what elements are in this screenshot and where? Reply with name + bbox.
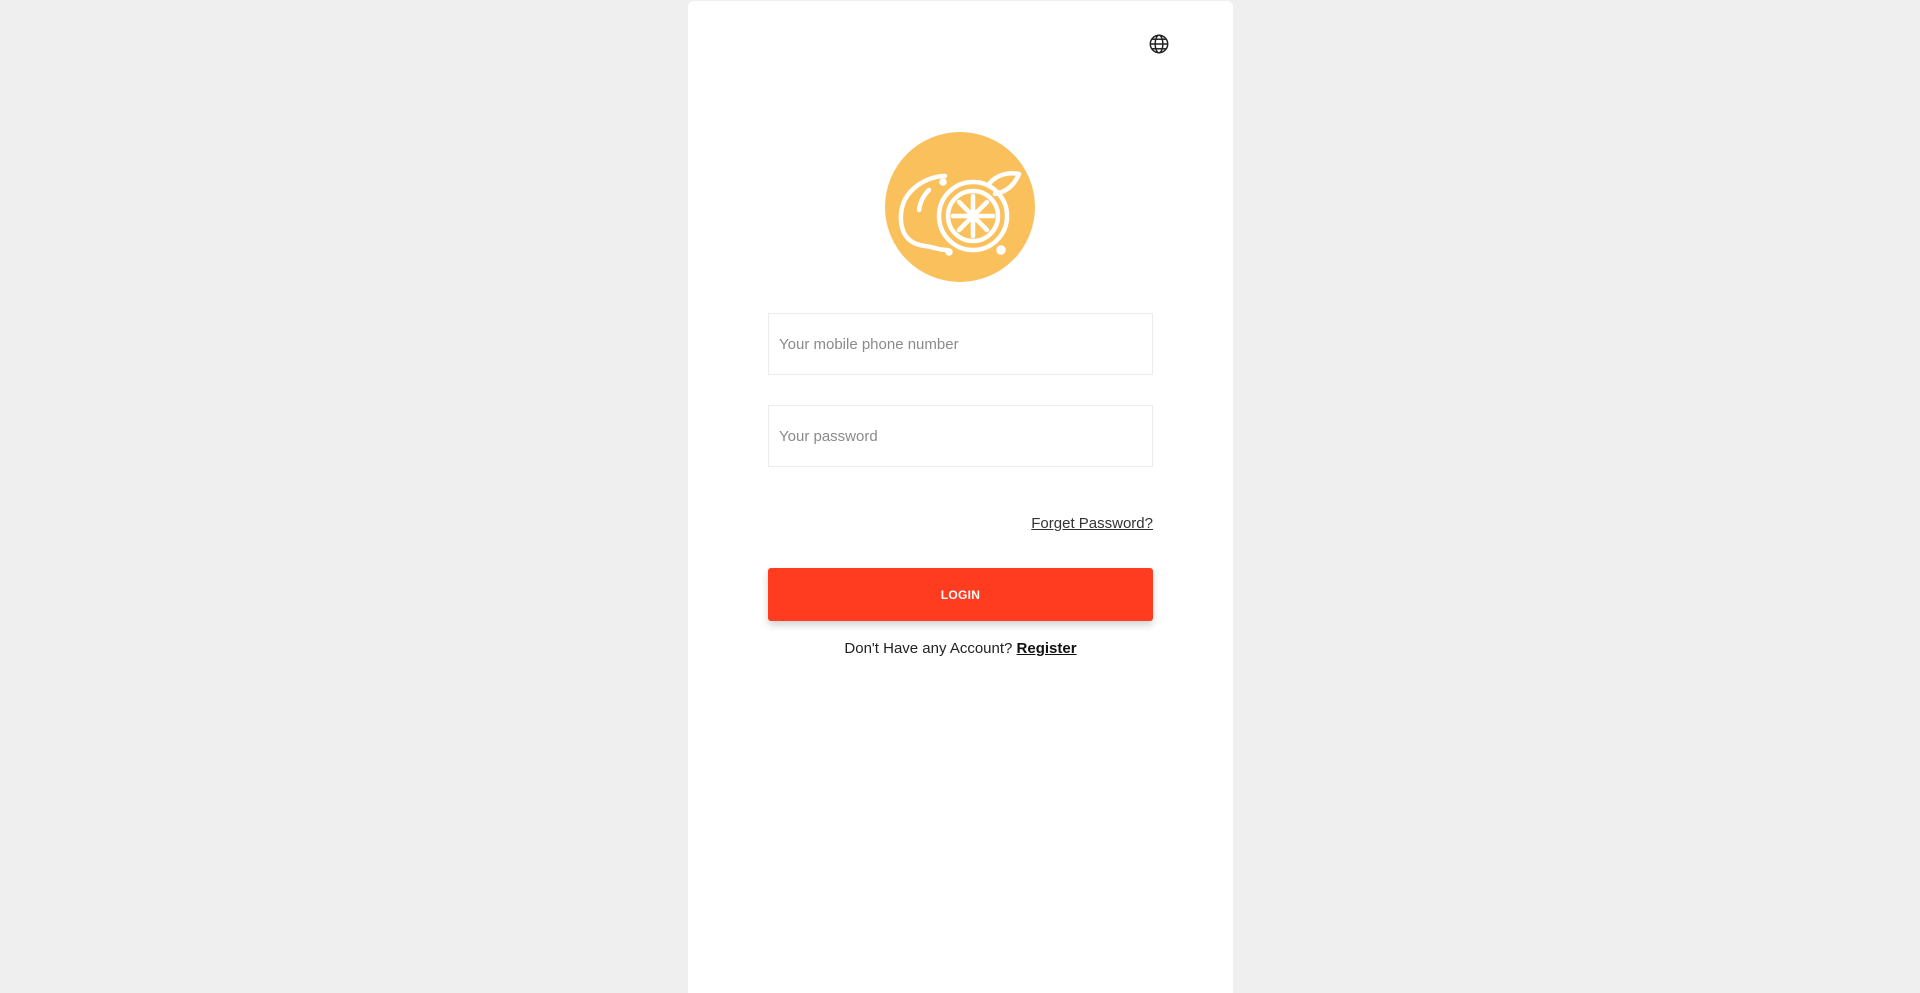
phone-input[interactable] (768, 313, 1153, 375)
register-link[interactable]: Register (1017, 640, 1077, 657)
globe-icon[interactable] (1148, 33, 1170, 55)
login-panel: Forget Password? LOGIN Don't Have any Ac… (688, 1, 1233, 993)
no-account-text: Don't Have any Account? (844, 640, 1013, 657)
register-prompt: Don't Have any Account? Register (768, 640, 1153, 657)
login-button[interactable]: LOGIN (768, 568, 1153, 621)
password-input[interactable] (768, 405, 1153, 467)
lemon-logo-icon (885, 132, 1035, 282)
forgot-password-link[interactable]: Forget Password? (1031, 515, 1153, 532)
